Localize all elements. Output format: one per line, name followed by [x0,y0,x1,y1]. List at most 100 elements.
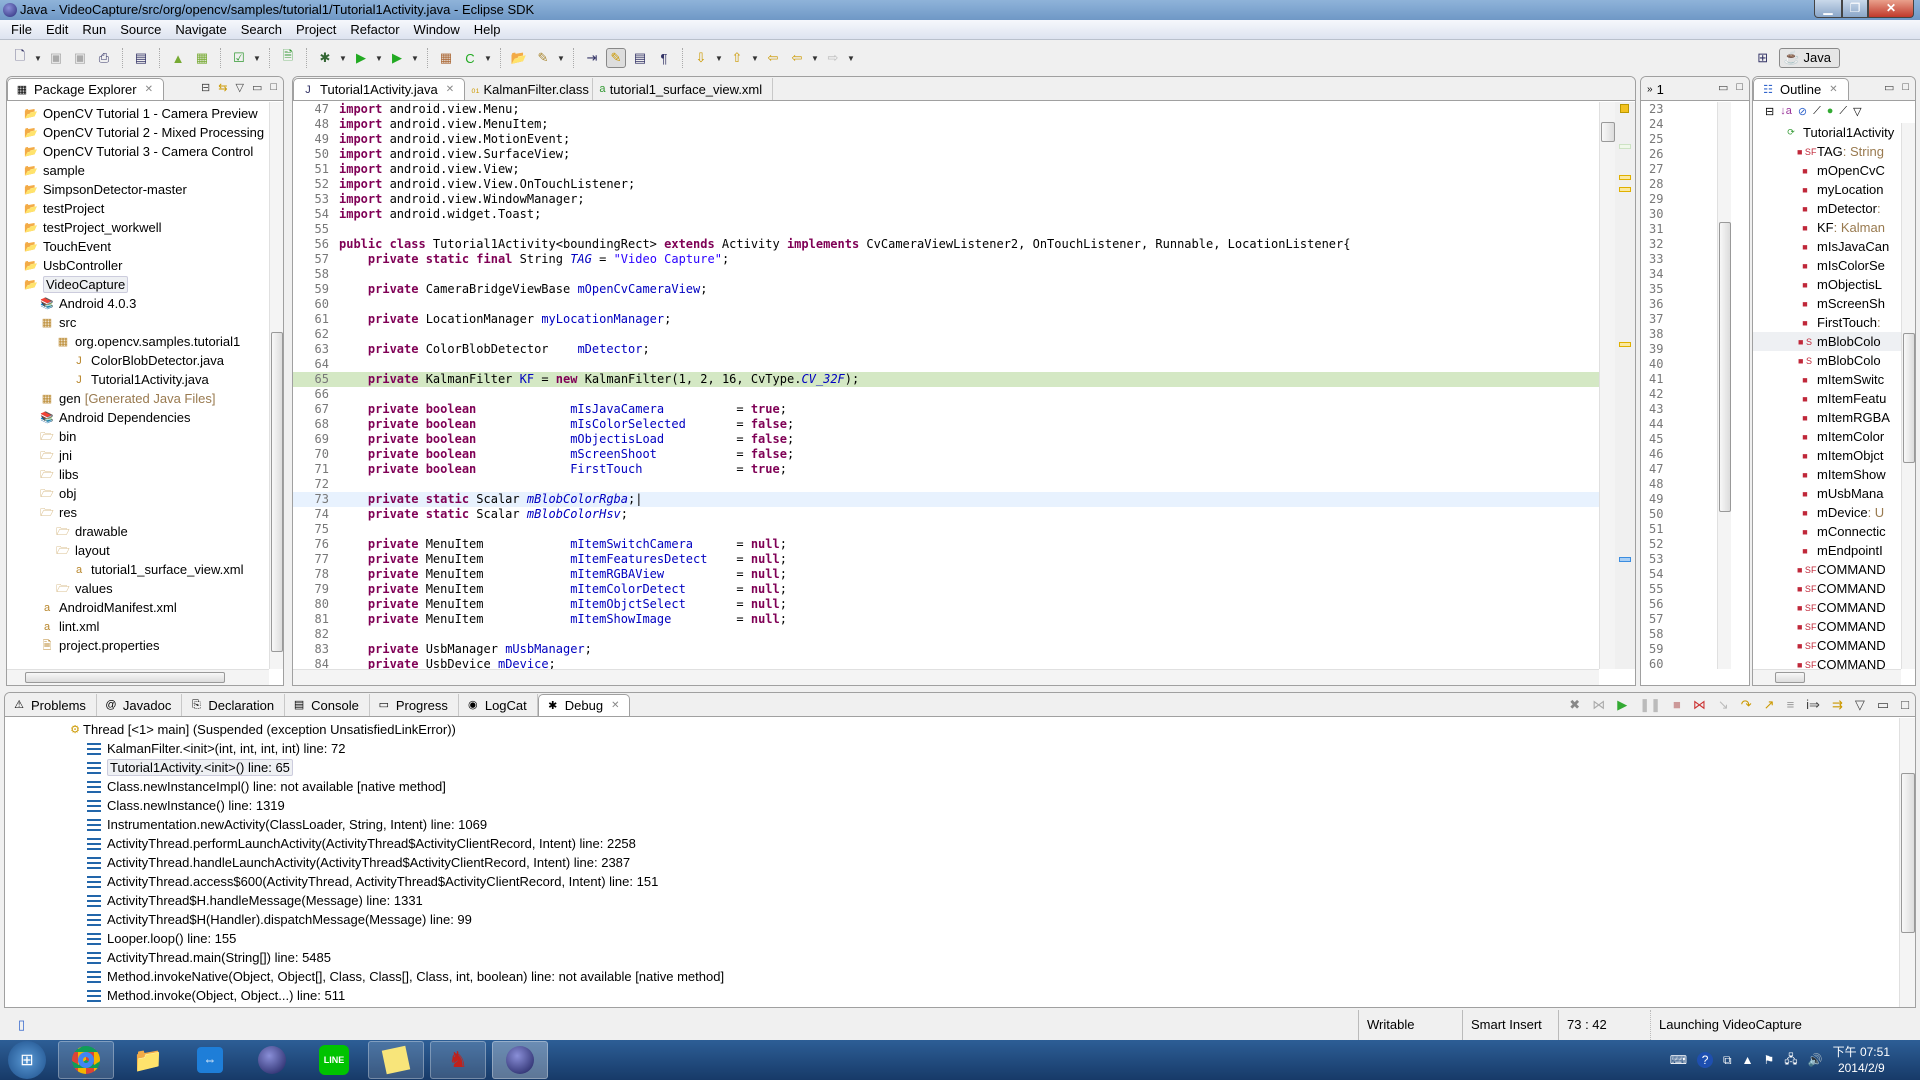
code-line[interactable]: 80 private MenuItem mItemObjctSelect = n… [293,597,1599,612]
outline-item[interactable]: ■ SF TAG : String [1753,142,1901,161]
outline-item[interactable]: ■ mScreenSh [1753,294,1901,313]
menu-help[interactable]: Help [467,22,508,37]
menu-project[interactable]: Project [289,22,343,37]
android-sdk-manager-icon[interactable]: ▲ [168,48,188,68]
tree-item[interactable]: ▦ src [7,313,269,332]
forward-icon[interactable]: ⇨ [823,48,843,68]
outline-item[interactable]: ■ FirstTouch : [1753,313,1901,332]
outline-item[interactable]: ■ SF COMMAND [1753,579,1901,598]
stack-frame-row[interactable]: ActivityThread.performLaunchActivity(Act… [5,834,1899,853]
stack-frame-row[interactable]: Class.newInstanceImpl() line: not availa… [5,777,1899,796]
menu-window[interactable]: Window [407,22,467,37]
tree-item[interactable]: 🗁 res [7,503,269,522]
view-menu-icon[interactable]: ▽ [1855,697,1865,713]
outline-item[interactable]: ■ mIsColorSe [1753,256,1901,275]
step-filters-icon[interactable]: ⇉ [1832,697,1843,713]
external-tools-dropdown-icon[interactable]: ▼ [411,54,419,63]
stack-frame-row[interactable]: ActivityThread$H(Handler).dispatchMessag… [5,910,1899,929]
tree-item[interactable]: 🗁 values [7,579,269,598]
outline-item[interactable]: ■ mItemObjct [1753,446,1901,465]
more-views-tab[interactable]: » 1 [1641,78,1674,100]
vertical-scrollbar[interactable] [269,102,283,669]
print-icon[interactable]: ⎙ [94,48,114,68]
minimize-icon[interactable]: ▭ [1718,81,1728,94]
code-line[interactable]: 68 private boolean mIsColorSelected = fa… [293,417,1599,432]
taskbar-line[interactable]: LINE [306,1041,362,1079]
menu-search[interactable]: Search [234,22,289,37]
save-icon[interactable]: ▣ [46,48,66,68]
tree-item[interactable]: 📂 sample [7,161,269,180]
code-line[interactable]: 59 private CameraBridgeViewBase mOpenCvC… [293,282,1599,297]
tree-item[interactable]: a tutorial1_surface_view.xml [7,560,269,579]
tree-item[interactable]: 🗁 layout [7,541,269,560]
external-tools-icon[interactable]: ▶ [387,48,407,68]
stack-frame-row[interactable]: KalmanFilter.<init>(int, int, int, int) … [5,739,1899,758]
outline-item[interactable]: ■ S mBlobColo [1753,351,1901,370]
tree-item[interactable]: a AndroidManifest.xml [7,598,269,617]
outline-item[interactable]: ■ mIsJavaCan [1753,237,1901,256]
tree-item[interactable]: 📂 SimpsonDetector-master [7,180,269,199]
outline-root[interactable]: ⟳ Tutorial1Activity [1753,123,1901,142]
link-with-editor-icon[interactable]: ⇆ [218,81,227,94]
code-line[interactable]: 47 import android.view.Menu; [293,102,1599,117]
back-icon[interactable]: ⇦ [787,48,807,68]
menu-file[interactable]: File [4,22,39,37]
stack-frame-row[interactable]: Method.invokeNative(Object, Object[], Cl… [5,967,1899,986]
stack-frame-row[interactable]: ActivityThread.main(String[]) line: 5485 [5,948,1899,967]
collapse-all-icon[interactable]: ⊟ [1765,105,1774,118]
tree-item[interactable]: 🗁 drawable [7,522,269,541]
save-all-icon[interactable]: ▣ [70,48,90,68]
tree-item[interactable]: 📂 OpenCV Tutorial 3 - Camera Control [7,142,269,161]
previous-annotation-icon[interactable]: ⇧ [727,48,747,68]
lint-dropdown-icon[interactable]: ▼ [253,54,261,63]
outline-item[interactable]: ■ SF COMMAND [1753,636,1901,655]
maximize-icon[interactable]: □ [1901,697,1909,713]
step-into-icon[interactable]: ↘ [1718,697,1729,713]
close-icon[interactable]: ✕ [446,84,454,95]
close-button[interactable]: ✕ [1868,0,1914,18]
fast-view-icon[interactable]: ▯ [18,1017,25,1033]
outline-item[interactable]: ■ mDevice : U [1753,503,1901,522]
code-line[interactable]: 60 [293,297,1599,312]
editor-horizontal-scrollbar[interactable] [293,669,1599,685]
minimize-icon[interactable]: ▭ [252,81,262,94]
tree-item[interactable]: 📂 VideoCapture [7,275,269,294]
vertical-scrollbar[interactable] [1901,123,1915,669]
tree-item[interactable]: J ColorBlobDetector.java [7,351,269,370]
outline-item[interactable]: ■ mDetector : [1753,199,1901,218]
tree-item[interactable]: 🗁 jni [7,446,269,465]
tree-item[interactable]: J Tutorial1Activity.java [7,370,269,389]
debug-icon[interactable]: ✱ [315,48,335,68]
suspend-icon[interactable]: ❚❚ [1639,697,1661,713]
start-button[interactable]: ⊞ [8,1041,46,1079]
outline-item[interactable]: ■ mUsbMana [1753,484,1901,503]
tree-item[interactable]: 🗁 libs [7,465,269,484]
tab-outline[interactable]: ☷ Outline ✕ [1753,78,1849,100]
tab-tutorial1activity-java[interactable]: J Tutorial1Activity.java ✕ [293,78,466,100]
use-step-filters-icon[interactable]: i⇒ [1806,697,1820,713]
menu-run[interactable]: Run [75,22,113,37]
code-line[interactable]: 72 [293,477,1599,492]
code-line[interactable]: 50 import android.view.SurfaceView; [293,147,1599,162]
code-line[interactable]: 56 public class Tutorial1Activity<boundin… [293,237,1599,252]
tree-item[interactable]: 📂 UsbController [7,256,269,275]
maximize-icon[interactable]: □ [1736,81,1743,94]
volume-icon[interactable]: 🔊 [1808,1053,1823,1067]
tree-item[interactable]: 🗁 bin [7,427,269,446]
remove-terminated-icon[interactable]: ✖ [1569,697,1580,713]
stack-frame-row[interactable]: Method.invoke(Object, Object...) line: 5… [5,986,1899,1005]
help-icon[interactable]: ? [1697,1052,1714,1068]
tab-package-explorer[interactable]: ▦ Package Explorer ✕ [7,78,165,100]
code-line[interactable]: 83 private UsbManager mUsbManager; [293,642,1599,657]
code-line[interactable]: 62 [293,327,1599,342]
code-editor[interactable]: 47 import android.view.Menu; 48 import andr… [293,102,1599,671]
lint-icon[interactable]: ☑ [229,48,249,68]
last-edit-location-icon[interactable]: ⇦ [763,48,783,68]
open-perspective-icon[interactable]: ⊞ [1753,48,1773,68]
outline-item[interactable]: ■ mEndpointI [1753,541,1901,560]
code-line[interactable]: 77 private MenuItem mItemFeaturesDetect … [293,552,1599,567]
horizontal-scrollbar[interactable] [7,669,269,685]
debug-dropdown-icon[interactable]: ▼ [339,54,347,63]
step-over-icon[interactable]: ↷ [1741,697,1752,713]
keyboard-icon[interactable]: ⌨ [1670,1053,1687,1067]
